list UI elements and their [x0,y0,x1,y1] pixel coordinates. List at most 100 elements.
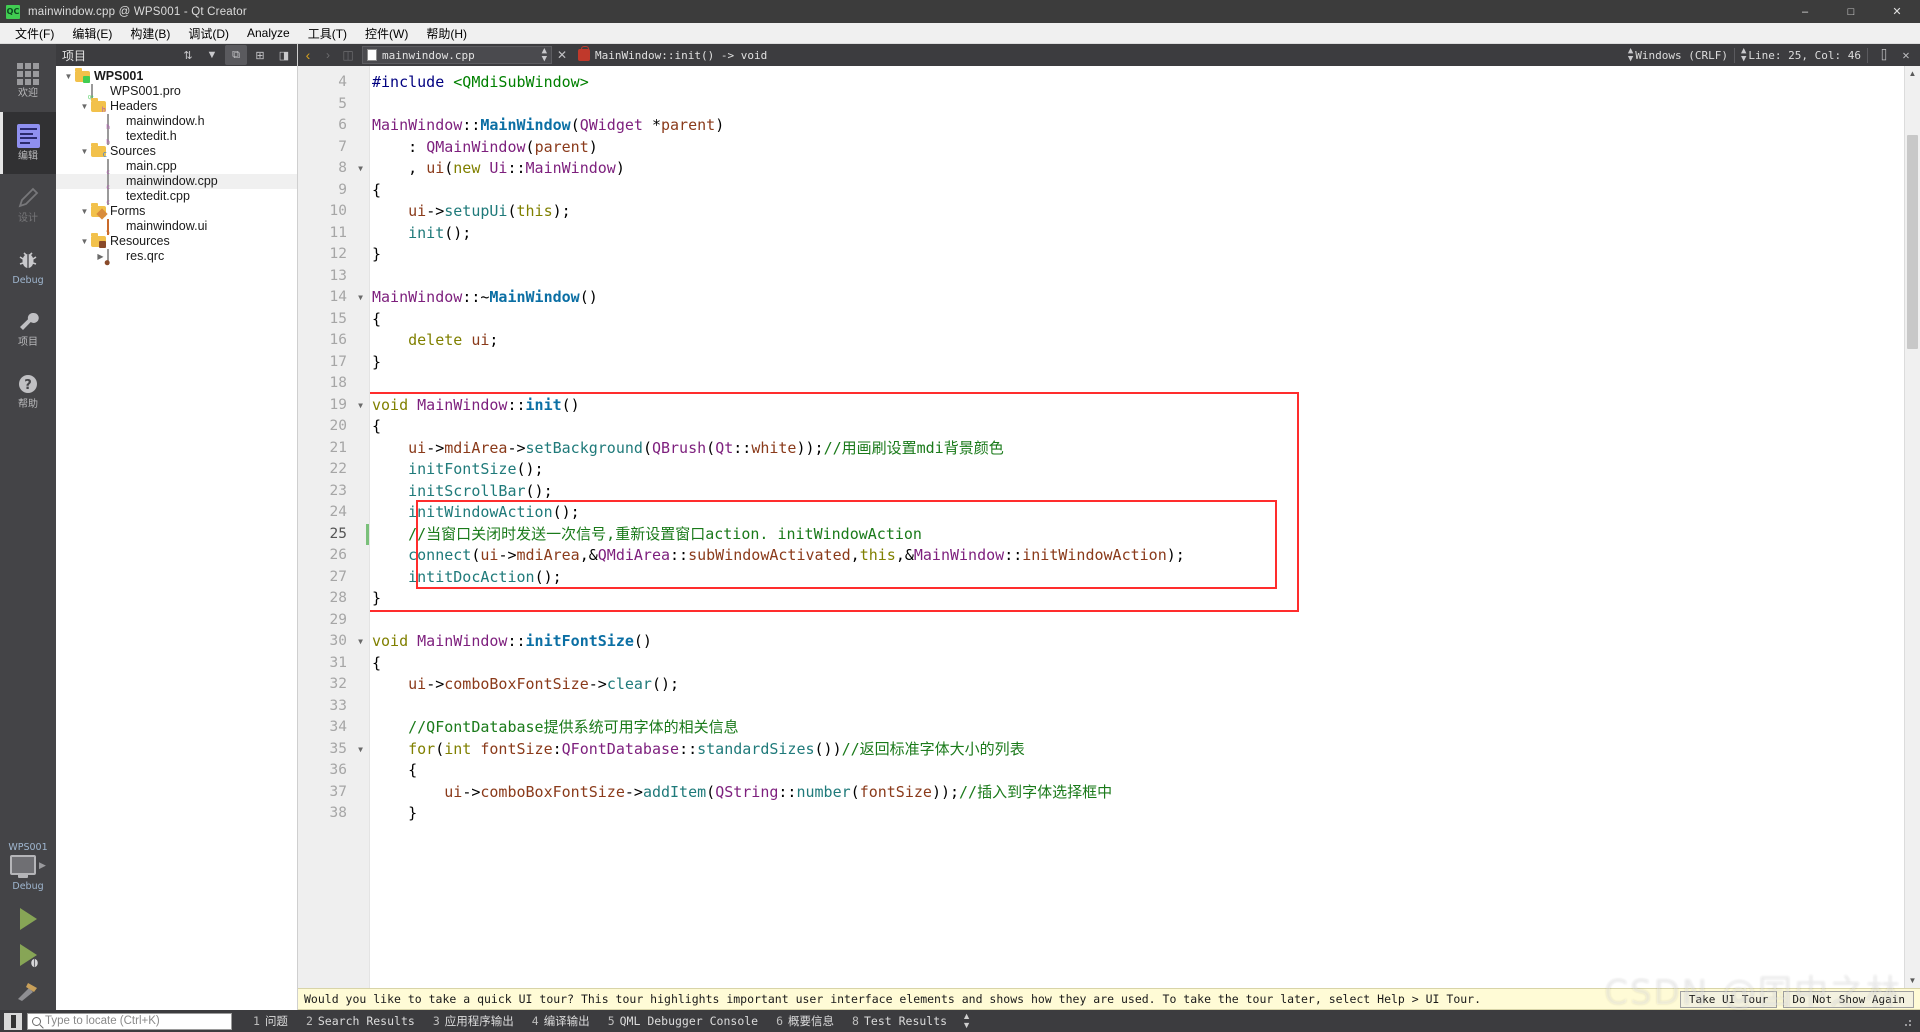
mode-button-welcome[interactable]: 欢迎 [0,50,56,112]
scrollbar-thumb[interactable] [1907,134,1918,349]
run-button[interactable] [19,908,37,930]
code-line-8[interactable]: , ui(new Ui::MainWindow) [370,158,1904,180]
code-line-18[interactable] [370,373,1904,395]
code-area[interactable]: 4 5 6 7 8 ▼ 9 10 11 12 13 14 ▼ 15 16 17 18 19 ▼ 20 21 22 23 24 2… [298,66,1904,988]
code-line-37[interactable]: ui->comboBoxFontSize->addItem(QString::n… [370,782,1904,804]
minimize-button[interactable]: – [1782,0,1828,23]
line-ending-chevron-icon[interactable]: ▲ ▼ [1628,47,1633,64]
code-line-9[interactable]: { [370,180,1904,202]
menu-debug[interactable]: 调试(D) [179,24,238,43]
code-line-27[interactable]: intitDocAction(); [370,567,1904,589]
start-debugging-button[interactable] [19,944,38,968]
code-line-16[interactable]: delete ui; [370,330,1904,352]
code-line-34[interactable]: //QFontDatabase提供系统可用字体的相关信息 [370,717,1904,739]
filter-button[interactable]: ▼ [201,45,223,65]
close-document-button[interactable]: ✕ [552,44,572,66]
fold-arrow-icon[interactable]: ▼ [351,287,363,309]
code-line-20[interactable]: { [370,416,1904,438]
output-pane-chevron-icon[interactable]: ▲ ▼ [962,1012,971,1030]
indent-chevron-icon[interactable]: ▲ ▼ [1741,47,1746,64]
menu-file[interactable]: 文件(F) [6,24,63,43]
line-ending-label[interactable]: Windows (CRLF) [1635,49,1728,62]
code-line-4[interactable]: #include <QMdiSubWindow> [370,72,1904,94]
go-forward-button[interactable]: › [318,44,338,66]
code-line-14[interactable]: MainWindow::~MainWindow() [370,287,1904,309]
scrollbar-track[interactable] [1905,81,1920,973]
locator-input[interactable]: Type to locate (Ctrl+K) [27,1012,232,1030]
code-line-6[interactable]: MainWindow::MainWindow(QWidget *parent) [370,115,1904,137]
fold-arrow-icon[interactable]: ▼ [351,631,363,653]
split-editor-icon[interactable]: ◫ [338,44,358,66]
resize-grip-icon[interactable] [1900,1015,1912,1027]
expand-arrow-icon[interactable]: ▼ [78,207,91,216]
code-line-17[interactable]: } [370,352,1904,374]
tree-item-forms[interactable]: ▼ Forms [56,204,297,219]
close-button[interactable]: ✕ [1874,0,1920,23]
code-line-33[interactable] [370,696,1904,718]
close-split-button[interactable]: ✕ [1896,44,1916,66]
output-pane-tab-8[interactable]: 8 Test Results [843,1011,956,1031]
code-line-15[interactable]: { [370,309,1904,331]
symbol-combo[interactable]: MainWindow::init() -> void [572,46,802,64]
tree-item-mainwindow-ui[interactable]: mainwindow.ui [56,219,297,235]
kit-selector-button[interactable]: ▶ [10,855,46,875]
tree-item-textedit-h[interactable]: textedit.h [56,129,297,145]
output-pane-tab-5[interactable]: 5 QML Debugger Console [599,1011,767,1031]
output-pane-tab-4[interactable]: 4 编译输出 [523,1011,599,1031]
code-line-24[interactable]: initWindowAction(); [370,502,1904,524]
fold-arrow-icon[interactable]: ▼ [351,739,363,761]
tree-item-wps001-pro[interactable]: WPS001.pro [56,84,297,100]
tree-item-mainwindow-h[interactable]: mainwindow.h [56,114,297,130]
output-pane-tab-2[interactable]: 2 Search Results [297,1011,424,1031]
code-line-26[interactable]: connect(ui->mdiArea,&QMdiArea::subWindow… [370,545,1904,567]
code-line-19[interactable]: void MainWindow::init() [370,395,1904,417]
mode-button-design[interactable]: 设计 [0,174,56,236]
code-line-30[interactable]: void MainWindow::initFontSize() [370,631,1904,653]
mode-button-help[interactable]: ? 帮助 [0,360,56,422]
go-back-button[interactable]: ‹ [298,44,318,66]
mode-button-debug[interactable]: Debug [0,236,56,298]
project-file-tree[interactable]: ▼WPS001WPS001.pro▼Headersmainwindow.htex… [56,66,297,1010]
menu-build[interactable]: 构建(B) [121,24,179,43]
menu-window[interactable]: 控件(W) [356,24,417,43]
maximize-button[interactable]: □ [1828,0,1874,23]
expand-arrow-icon[interactable]: ▼ [78,237,91,246]
tree-item-main-cpp[interactable]: main.cpp [56,159,297,175]
code-line-13[interactable] [370,266,1904,288]
code-line-32[interactable]: ui->comboBoxFontSize->clear(); [370,674,1904,696]
expand-arrow-icon[interactable]: ▼ [78,102,91,111]
take-ui-tour-button[interactable]: Take UI Tour [1679,990,1778,1008]
expand-arrow-icon[interactable]: ▼ [78,147,91,156]
code-text[interactable]: #include <QMdiSubWindow> MainWindow::Mai… [370,66,1904,988]
sync-with-editor-button[interactable]: ⧉ [225,45,247,65]
fold-arrow-icon[interactable]: ▼ [351,158,363,180]
code-line-35[interactable]: for(int fontSize:QFontDatabase::standard… [370,739,1904,761]
menu-analyze[interactable]: Analyze [238,24,299,43]
menu-help[interactable]: 帮助(H) [417,24,476,43]
code-line-36[interactable]: { [370,760,1904,782]
code-line-10[interactable]: ui->setupUi(this); [370,201,1904,223]
code-line-25[interactable]: //当窗口关闭时发送一次信号,重新设置窗口action. initWindowA… [370,524,1904,546]
code-line-28[interactable]: } [370,588,1904,610]
output-pane-tab-3[interactable]: 3 应用程序输出 [424,1011,523,1031]
tree-item-headers[interactable]: ▼ Headers [56,99,297,114]
open-documents-combo[interactable]: mainwindow.cpp ▲ ▼ [362,46,552,64]
mode-button-edit[interactable]: 编辑 [0,112,56,174]
tree-item-sources[interactable]: ▼ Sources [56,144,297,159]
code-line-38[interactable]: } [370,803,1904,825]
menu-tools[interactable]: 工具(T) [299,24,356,43]
tree-item-textedit-cpp[interactable]: textedit.cpp [56,189,297,205]
tree-item-res-qrc[interactable]: ▶res.qrc [56,249,297,265]
tree-item-mainwindow-cpp[interactable]: mainwindow.cpp [56,174,297,190]
fold-arrow-icon[interactable]: ▼ [351,395,363,417]
code-line-11[interactable]: init(); [370,223,1904,245]
sort-toggle-button[interactable]: ⇅ [177,45,199,65]
output-pane-tabs[interactable]: 1 问题 2 Search Results 3 应用程序输出 4 编译输出 5 QML Debug… [244,1011,956,1031]
scroll-down-arrow-icon[interactable]: ▼ [1905,973,1920,988]
sidebar-toggle-button[interactable] [4,1012,22,1030]
menu-edit[interactable]: 编辑(E) [63,24,121,43]
do-not-show-again-button[interactable]: Do Not Show Again [1783,990,1914,1008]
editor-vertical-scrollbar[interactable]: ▲ ▼ [1904,66,1920,988]
code-line-5[interactable] [370,94,1904,116]
code-line-21[interactable]: ui->mdiArea->setBackground(QBrush(Qt::wh… [370,438,1904,460]
